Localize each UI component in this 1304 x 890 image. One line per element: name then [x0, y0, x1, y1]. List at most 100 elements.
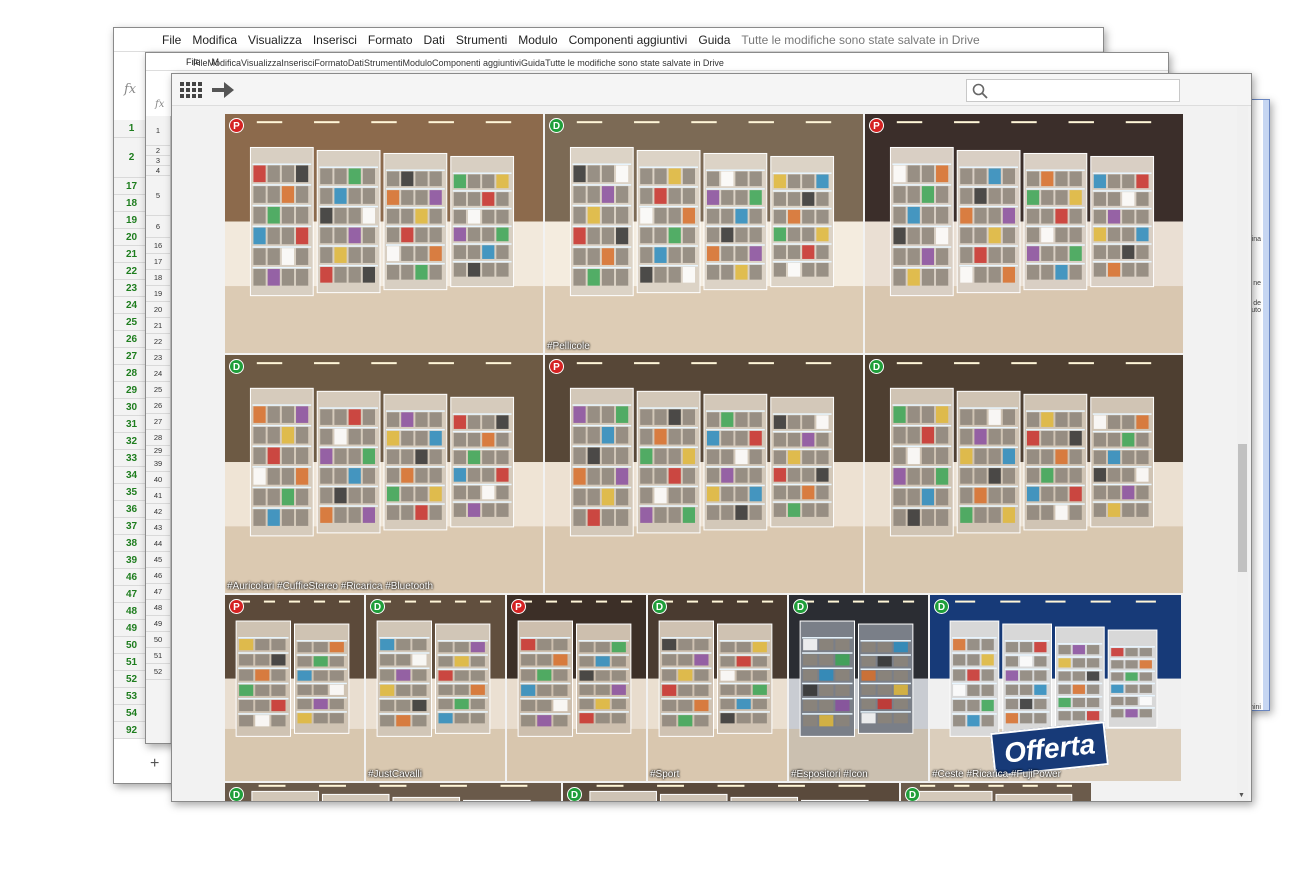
search-box[interactable]: [966, 79, 1180, 102]
row-header[interactable]: 50: [146, 632, 170, 648]
photo-tags[interactable]: #Pellicole: [547, 341, 590, 352]
menu-item[interactable]: Inserisci: [281, 58, 314, 68]
photo-tile[interactable]: D #Espositori #Icon: [789, 595, 928, 781]
row-header[interactable]: 29: [114, 382, 149, 399]
row-header[interactable]: 44: [146, 536, 170, 552]
row-header[interactable]: 20: [146, 302, 170, 318]
photo-tile[interactable]: D #Sport: [648, 595, 787, 781]
photo-tile[interactable]: D #JustCavalli: [366, 595, 505, 781]
row-header[interactable]: 46: [146, 568, 170, 584]
row-header[interactable]: 2: [114, 138, 149, 178]
search-input[interactable]: [993, 82, 1173, 99]
row-header[interactable]: 54: [114, 705, 149, 722]
row-header[interactable]: 22: [146, 334, 170, 350]
row-header[interactable]: 27: [146, 414, 170, 430]
row-header[interactable]: 39: [114, 552, 149, 569]
photo-tile[interactable]: D: [865, 355, 1183, 593]
add-sheet-button[interactable]: +: [150, 755, 159, 773]
row-header[interactable]: 35: [114, 484, 149, 501]
row-header[interactable]: 26: [114, 331, 149, 348]
row-header[interactable]: 36: [114, 501, 149, 518]
row-header[interactable]: 49: [114, 620, 149, 637]
row-header[interactable]: 38: [114, 535, 149, 552]
row-header[interactable]: 92: [114, 722, 149, 739]
row-header[interactable]: 53: [114, 688, 149, 705]
scrollbar[interactable]: ▼: [1237, 106, 1248, 801]
row-header[interactable]: 18: [146, 270, 170, 286]
row-header[interactable]: 21: [114, 246, 149, 263]
row-header[interactable]: 41: [146, 488, 170, 504]
row-header[interactable]: 51: [114, 654, 149, 671]
row-header[interactable]: 2: [146, 146, 170, 156]
menu-item[interactable]: Modifica: [192, 33, 237, 47]
row-header[interactable]: 37: [114, 518, 149, 535]
photo-tags[interactable]: #Ceste #Ricarica #FujiPower: [932, 769, 1061, 780]
row-header[interactable]: 5: [146, 176, 170, 216]
menu-item[interactable]: Guida: [521, 58, 545, 68]
menu-item[interactable]: Modulo: [402, 58, 432, 68]
row-header[interactable]: 1: [114, 120, 149, 138]
row-header[interactable]: 32: [114, 433, 149, 450]
row-header[interactable]: 47: [114, 586, 149, 603]
row-header[interactable]: 3: [146, 156, 170, 166]
scrollbar-thumb[interactable]: [1238, 444, 1247, 572]
row-header[interactable]: 30: [114, 399, 149, 416]
row-header[interactable]: 25: [146, 382, 170, 398]
menu-item[interactable]: Dati: [348, 58, 364, 68]
menu-item[interactable]: File: [162, 33, 181, 47]
row-header[interactable]: 45: [146, 552, 170, 568]
row-header[interactable]: 42: [146, 504, 170, 520]
row-header[interactable]: 27: [114, 348, 149, 365]
photo-tile[interactable]: D: [225, 783, 561, 801]
row-header[interactable]: 16: [146, 238, 170, 254]
photo-tile[interactable]: Offerta D #Ceste #Ricarica #FujiPower: [930, 595, 1181, 781]
row-header[interactable]: 25: [114, 314, 149, 331]
row-header[interactable]: 39: [146, 456, 170, 472]
row-header[interactable]: 46: [114, 569, 149, 586]
row-header[interactable]: 4: [146, 166, 170, 176]
row-header[interactable]: 19: [146, 286, 170, 302]
row-header[interactable]: 51: [146, 648, 170, 664]
row-header[interactable]: 24: [146, 366, 170, 382]
menu-item[interactable]: Guida: [698, 33, 730, 47]
row-header[interactable]: 17: [146, 254, 170, 270]
row-header[interactable]: 33: [114, 450, 149, 467]
row-header[interactable]: 29: [146, 446, 170, 456]
row-header[interactable]: 48: [114, 603, 149, 620]
apps-grid-icon[interactable]: [180, 82, 202, 98]
row-header[interactable]: 52: [146, 664, 170, 680]
menu-item[interactable]: Componenti aggiuntivi: [569, 33, 688, 47]
menu-item[interactable]: Formato: [368, 33, 413, 47]
photo-tile[interactable]: P: [545, 355, 863, 593]
row-header[interactable]: 28: [146, 430, 170, 446]
photo-tile[interactable]: P: [225, 595, 364, 781]
row-header[interactable]: 52: [114, 671, 149, 688]
menu-item[interactable]: Strumenti: [456, 33, 507, 47]
menu-item[interactable]: Formato: [314, 58, 348, 68]
row-header[interactable]: 47: [146, 584, 170, 600]
menu-item[interactable]: Visualizza: [241, 58, 281, 68]
menu-item[interactable]: Modulo: [518, 33, 557, 47]
menu-item[interactable]: Dati: [424, 33, 445, 47]
photo-tile[interactable]: D: [901, 783, 1091, 801]
photo-tile[interactable]: P: [507, 595, 646, 781]
row-header[interactable]: 40: [146, 472, 170, 488]
row-header[interactable]: 17: [114, 178, 149, 195]
menu-item[interactable]: Visualizza: [248, 33, 302, 47]
row-header[interactable]: 28: [114, 365, 149, 382]
row-header[interactable]: 48: [146, 600, 170, 616]
photo-tags[interactable]: #JustCavalli: [368, 769, 422, 780]
photo-tile[interactable]: P: [865, 114, 1183, 353]
row-header[interactable]: 24: [114, 297, 149, 314]
row-header[interactable]: 18: [114, 195, 149, 212]
row-header[interactable]: 34: [114, 467, 149, 484]
photo-tile[interactable]: P: [225, 114, 543, 353]
photo-tags[interactable]: #Sport: [650, 769, 679, 780]
row-header[interactable]: 50: [114, 637, 149, 654]
menu-item[interactable]: Componenti aggiuntivi: [432, 58, 521, 68]
menu-item[interactable]: Inserisci: [313, 33, 357, 47]
row-header[interactable]: 6: [146, 216, 170, 238]
row-header[interactable]: 49: [146, 616, 170, 632]
row-header[interactable]: 43: [146, 520, 170, 536]
photo-tags[interactable]: #Espositori #Icon: [791, 769, 868, 780]
